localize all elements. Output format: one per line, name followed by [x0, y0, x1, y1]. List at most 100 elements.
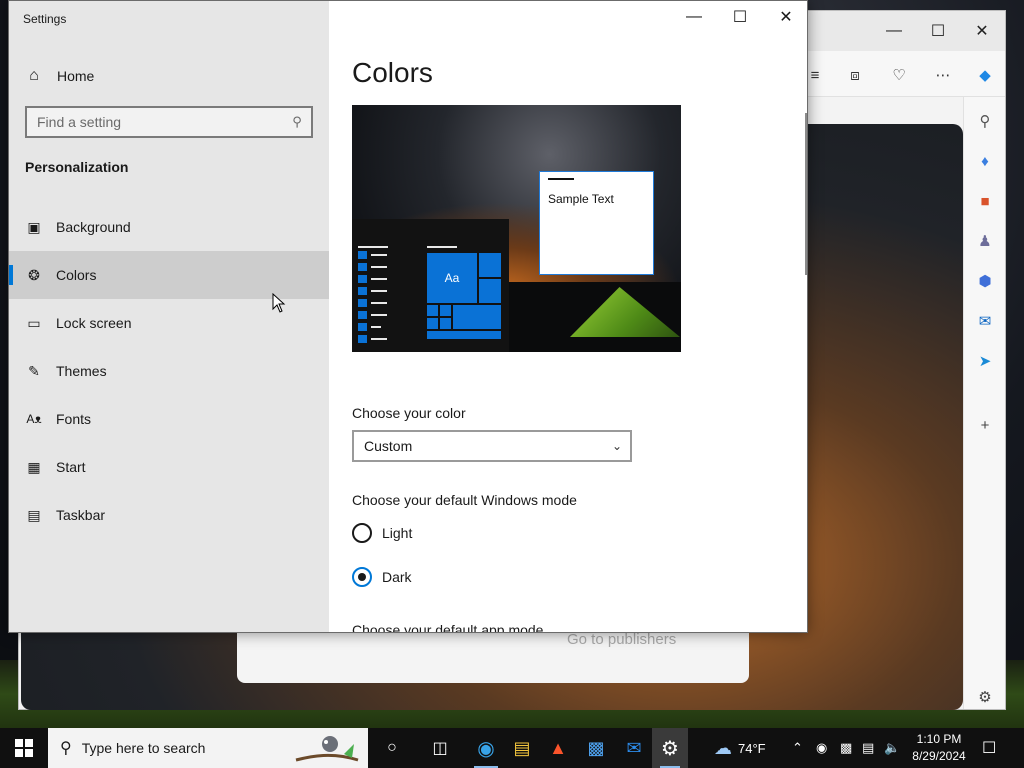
radio-light[interactable]: Light — [352, 522, 412, 544]
sidebar-item-taskbar[interactable]: ▤ Taskbar — [9, 491, 329, 539]
taskbar-search-box[interactable]: ⚲ Type here to search — [48, 728, 368, 768]
taskbar-brave[interactable]: ▲ — [538, 728, 578, 768]
show-hidden-icons-button[interactable]: ⌃ — [792, 728, 803, 768]
browser-maximize-button[interactable]: ☐ — [915, 19, 961, 43]
action-center-button[interactable]: ☐ — [982, 728, 996, 768]
go-to-publishers-link[interactable]: Go to publishers — [567, 631, 676, 648]
sample-text: Sample Text — [548, 192, 614, 206]
settings-gear-icon: ⚙ — [661, 737, 679, 760]
active-indicator — [9, 265, 13, 285]
games-icon[interactable]: ♟ — [971, 227, 999, 255]
browser-minimize-button[interactable]: — — [871, 19, 917, 43]
chevron-up-icon: ⌃ — [792, 740, 803, 755]
weather-temp: 74°F — [738, 740, 766, 756]
browser-sidebar: ⚲ ♦ ■ ♟ ⬢ ✉ ➤ + ⚙ — [963, 97, 1005, 709]
record-icon: ◉ — [816, 740, 828, 755]
radio-button[interactable] — [352, 567, 372, 587]
windows-logo-icon — [15, 739, 33, 757]
sidebar-item-themes[interactable]: ✎ Themes — [9, 347, 329, 395]
radio-button[interactable] — [352, 523, 372, 543]
tools-icon[interactable]: ■ — [971, 187, 999, 215]
app-mode-label: Choose your default app mode — [352, 622, 544, 633]
cortana-button[interactable]: ○ — [372, 728, 412, 768]
taskbar-settings[interactable]: ⚙ — [652, 728, 688, 768]
fonts-icon: Aᴥ — [26, 412, 42, 426]
taskbar-store[interactable]: ▩ — [576, 728, 616, 768]
sidebar-item-label: Background — [56, 219, 131, 235]
maximize-button[interactable]: ☐ — [717, 1, 763, 33]
chevron-down-icon: ⌄ — [611, 439, 622, 453]
radio-label: Light — [382, 525, 413, 541]
sidebar-item-label: Start — [56, 459, 86, 475]
store-icon: ▩ — [587, 737, 605, 758]
taskbar-icon: ▤ — [27, 506, 41, 523]
add-icon[interactable]: + — [971, 411, 999, 439]
taskbar-edge[interactable]: ◉ — [466, 728, 506, 768]
cortana-icon: ○ — [387, 739, 397, 756]
scrollbar[interactable] — [805, 113, 807, 275]
settings-search-box[interactable]: ⚲ — [25, 106, 313, 138]
search-icon: ⚲ — [60, 740, 72, 757]
microsoft365-icon[interactable]: ⬢ — [971, 267, 999, 295]
weather-cloud-icon: ☁ — [714, 737, 732, 758]
lock-screen-icon: ▭ — [27, 314, 41, 331]
sidebar-item-label: Fonts — [56, 411, 92, 427]
search-icon[interactable]: ⚲ — [971, 107, 999, 135]
network-icon: ▤ — [862, 740, 875, 755]
weather-widget[interactable]: ☁ 74°F — [714, 728, 766, 768]
taskbar-search-placeholder: Type here to search — [81, 740, 206, 756]
start-icon: ▦ — [27, 458, 41, 475]
dropdown-value: Custom — [364, 438, 413, 454]
radio-dark[interactable]: Dark — [352, 566, 412, 588]
minimize-button[interactable]: — — [671, 1, 717, 33]
copilot-icon[interactable]: ◆ — [971, 63, 999, 87]
sidebar-settings-icon[interactable]: ⚙ — [971, 683, 999, 711]
preview-sample-window: Sample Text — [539, 171, 654, 275]
clock-time: 1:10 PM — [916, 732, 962, 746]
sidebar-item-fonts[interactable]: Aᴥ Fonts — [9, 395, 329, 443]
settings-nav: Settings ⌂ Home ⚲ Personalization ▣ Back… — [9, 1, 329, 632]
close-button[interactable]: ✕ — [763, 1, 807, 33]
settings-window: Settings ⌂ Home ⚲ Personalization ▣ Back… — [8, 0, 808, 633]
brave-icon: ▲ — [549, 737, 567, 758]
sidebar-item-label: Colors — [56, 267, 97, 283]
search-icon: ⚲ — [292, 114, 302, 129]
sidebar-item-label: Themes — [56, 363, 107, 379]
taskbar-mail[interactable]: ✉ — [614, 728, 654, 768]
search-input[interactable] — [27, 114, 283, 130]
home-label: Home — [57, 68, 95, 84]
home-icon: ⌂ — [29, 67, 39, 84]
radio-label: Dark — [382, 569, 412, 585]
outlook-icon[interactable]: ✉ — [971, 307, 999, 335]
home-link[interactable]: ⌂ Home — [9, 56, 329, 96]
tray-volume-icon[interactable]: 🔈 — [884, 728, 900, 768]
tray-network-icon[interactable]: ▤ — [862, 728, 874, 768]
search-highlight-icon — [295, 736, 359, 762]
browser-close-button[interactable]: ✕ — [959, 19, 1005, 43]
choose-color-dropdown[interactable]: Custom ⌄ — [352, 430, 632, 462]
sidebar-item-colors[interactable]: ❂ Colors — [9, 251, 329, 299]
sidebar-item-background[interactable]: ▣ Background — [9, 203, 329, 251]
drop-icon[interactable]: ➤ — [971, 347, 999, 375]
tray-meet-icon[interactable]: ▩ — [840, 728, 852, 768]
mouse-cursor-icon — [272, 293, 286, 313]
task-view-icon: ◫ — [432, 740, 448, 757]
shopping-tag-icon[interactable]: ♦ — [971, 147, 999, 175]
tray-record-icon[interactable]: ◉ — [816, 728, 827, 768]
browser-essentials-icon[interactable]: ♡ — [885, 63, 913, 87]
more-options-icon[interactable]: ⋯ — [929, 63, 957, 87]
edge-icon: ◉ — [477, 737, 495, 760]
sidebar-item-start[interactable]: ▦ Start — [9, 443, 329, 491]
sidebar-item-label: Lock screen — [56, 315, 132, 331]
clock-date: 8/29/2024 — [912, 749, 966, 763]
choose-color-label: Choose your color — [352, 405, 466, 421]
themes-icon: ✎ — [28, 362, 40, 379]
page-title: Colors — [352, 57, 433, 88]
task-view-button[interactable]: ◫ — [420, 728, 460, 768]
notification-icon: ☐ — [982, 740, 997, 757]
start-button[interactable] — [0, 728, 48, 768]
taskbar-file-explorer[interactable]: ▤ — [502, 728, 542, 768]
collections-icon[interactable]: ⧈ — [841, 63, 869, 87]
taskbar-clock[interactable]: 1:10 PM 8/29/2024 — [906, 731, 972, 765]
windows-mode-label: Choose your default Windows mode — [352, 492, 577, 508]
